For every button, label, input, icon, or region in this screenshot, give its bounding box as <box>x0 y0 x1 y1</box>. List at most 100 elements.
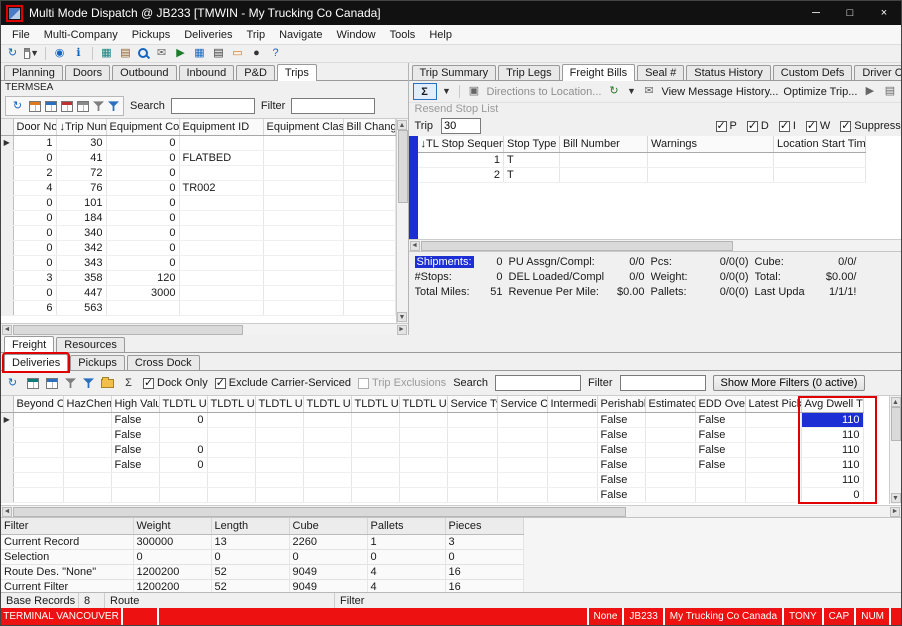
cell[interactable] <box>645 442 695 457</box>
cell[interactable]: Current Filter <box>1 579 133 592</box>
cell[interactable]: T <box>504 167 560 182</box>
table-row[interactable]: 2T <box>418 167 866 182</box>
cell[interactable] <box>179 225 263 240</box>
tab-custom-defs[interactable]: Custom Defs <box>773 65 853 80</box>
cell[interactable]: False <box>597 487 645 502</box>
tab-seal[interactable]: Seal # <box>637 65 684 80</box>
cell[interactable] <box>351 487 399 502</box>
cell[interactable]: 342 <box>56 240 106 255</box>
cell[interactable]: 0 <box>289 549 367 564</box>
column-header-beyond-car[interactable]: Beyond Car <box>13 396 63 412</box>
optimize-trip-button[interactable]: Optimize Trip... <box>783 86 857 98</box>
scroll-up-icon[interactable]: ▲ <box>891 397 901 407</box>
cell[interactable] <box>497 472 547 487</box>
cell[interactable]: False <box>111 427 159 442</box>
cell[interactable] <box>547 427 597 442</box>
cell[interactable]: False <box>111 412 159 427</box>
column-header-tldtl-user[interactable]: TLDTL User <box>207 396 255 412</box>
cell[interactable] <box>303 442 351 457</box>
dropdown-icon[interactable]: ▼ <box>442 84 452 99</box>
cell[interactable] <box>13 427 63 442</box>
cell[interactable] <box>399 412 447 427</box>
table-row[interactable]: Selection00000 <box>1 549 523 564</box>
board-view-icon[interactable] <box>29 101 41 112</box>
cell[interactable]: 2260 <box>289 534 367 549</box>
tab-resources[interactable]: Resources <box>56 337 125 352</box>
cell[interactable] <box>263 165 343 180</box>
cell[interactable] <box>255 457 303 472</box>
table-row[interactable]: False0FalseFalse110 <box>1 457 863 472</box>
trip-number-input[interactable] <box>441 118 481 134</box>
cell[interactable] <box>255 427 303 442</box>
minimize-button[interactable]: ─ <box>799 1 833 25</box>
cell[interactable] <box>399 457 447 472</box>
cell[interactable]: False <box>695 457 745 472</box>
cell[interactable] <box>263 240 343 255</box>
menu-trip[interactable]: Trip <box>240 27 273 43</box>
cell[interactable]: False <box>597 472 645 487</box>
cell[interactable] <box>343 210 395 225</box>
table-row[interactable]: 03420 <box>1 240 395 255</box>
cell[interactable]: 0 <box>211 549 289 564</box>
scroll-right-icon[interactable]: ► <box>397 325 407 335</box>
cell[interactable] <box>13 442 63 457</box>
cell[interactable]: 0 <box>133 549 211 564</box>
cell[interactable] <box>263 135 343 150</box>
row-selector[interactable] <box>1 442 13 457</box>
filter-edit-icon[interactable] <box>108 101 119 112</box>
checkbox-p[interactable]: P <box>716 120 737 132</box>
cell[interactable] <box>303 487 351 502</box>
cell[interactable] <box>255 442 303 457</box>
cell[interactable] <box>343 285 395 300</box>
cell[interactable]: 30 <box>56 135 106 150</box>
trips-grid[interactable]: Door No↓Trip NumbeEquipment CountEquipme… <box>1 119 396 316</box>
column-header-hazchem[interactable]: HazChem <box>63 396 111 412</box>
cell[interactable] <box>263 180 343 195</box>
cell[interactable] <box>645 487 695 502</box>
cell[interactable] <box>497 457 547 472</box>
cell[interactable] <box>179 165 263 180</box>
cell[interactable] <box>303 457 351 472</box>
row-selector[interactable] <box>1 240 13 255</box>
tab-freight-bills[interactable]: Freight Bills <box>562 64 635 81</box>
tab-freight[interactable]: Freight <box>4 336 54 353</box>
info-icon[interactable]: ℹ <box>71 46 86 61</box>
cell[interactable]: 76 <box>56 180 106 195</box>
cell[interactable]: 3000 <box>106 285 179 300</box>
totals-button[interactable]: Σ <box>413 83 437 100</box>
cell[interactable] <box>343 150 395 165</box>
cell[interactable]: False <box>597 412 645 427</box>
row-selector[interactable] <box>1 457 13 472</box>
cell[interactable]: 0 <box>106 225 179 240</box>
cell[interactable] <box>263 255 343 270</box>
cell[interactable] <box>547 487 597 502</box>
table-row[interactable]: 01010 <box>1 195 395 210</box>
row-selector[interactable] <box>1 255 13 270</box>
cell[interactable]: TR002 <box>179 180 263 195</box>
cell[interactable]: False <box>111 442 159 457</box>
cell[interactable]: 72 <box>56 165 106 180</box>
cell[interactable]: 0 <box>13 225 56 240</box>
cell[interactable]: False <box>695 412 745 427</box>
tab-trip-summary[interactable]: Trip Summary <box>412 65 497 80</box>
cell[interactable] <box>343 195 395 210</box>
cell[interactable]: 1 <box>418 152 504 167</box>
sigma-icon[interactable]: Σ <box>121 376 136 391</box>
grid-icon[interactable]: ▦ <box>192 46 207 61</box>
cell[interactable] <box>447 442 497 457</box>
cell[interactable]: 343 <box>56 255 106 270</box>
cell[interactable]: 6 <box>13 300 56 315</box>
cell[interactable]: 0 <box>445 549 523 564</box>
search-input[interactable] <box>171 98 255 114</box>
column-header-pieces[interactable]: Pieces <box>445 518 523 534</box>
cell[interactable] <box>447 487 497 502</box>
column-header-service-clas[interactable]: Service Clas <box>497 396 547 412</box>
tab-inbound[interactable]: Inbound <box>179 65 235 80</box>
cell[interactable]: 1 <box>13 135 56 150</box>
directions-button[interactable]: Directions to Location... <box>487 86 602 98</box>
cell[interactable] <box>343 135 395 150</box>
cell[interactable] <box>447 427 497 442</box>
scroll-up-icon[interactable]: ▲ <box>397 120 407 130</box>
cell[interactable] <box>179 255 263 270</box>
checkbox-d[interactable]: D <box>747 120 769 132</box>
